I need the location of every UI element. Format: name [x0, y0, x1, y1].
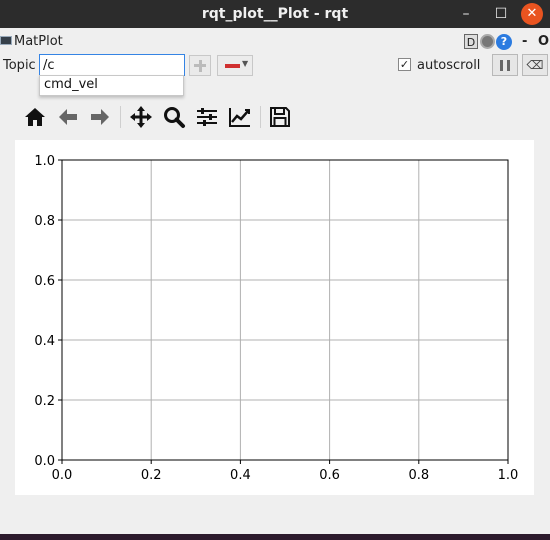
minimize-plugin-button[interactable]: - [522, 34, 527, 49]
x-tick-label: 0.4 [230, 468, 251, 483]
x-tick-label: 0.0 [52, 468, 73, 483]
save-icon[interactable] [267, 104, 293, 130]
y-tick-label: 1.0 [34, 154, 55, 169]
pause-icon [500, 60, 503, 71]
x-tick-label: 0.2 [141, 468, 162, 483]
zoom-icon[interactable] [161, 104, 187, 130]
edit-axis-icon[interactable] [227, 104, 253, 130]
close-plugin-button[interactable]: O [538, 34, 549, 49]
toolbar-divider [260, 106, 261, 128]
plot-canvas[interactable]: 0.0 0.2 0.4 0.6 0.8 1.0 0.0 0.2 0.4 0.6 0.8 1.0 [15, 140, 534, 495]
x-tick-label: 0.6 [319, 468, 340, 483]
y-tick-label: 0.4 [34, 334, 55, 349]
topic-input[interactable] [39, 54, 185, 76]
plot-plugin-icon [0, 36, 12, 45]
minus-icon [225, 64, 240, 68]
dock-button[interactable]: D [464, 34, 478, 49]
pan-icon[interactable] [128, 104, 154, 130]
plus-icon-bar [194, 64, 206, 67]
remove-topic-button[interactable]: ▼ [217, 55, 253, 76]
forward-arrow-icon[interactable] [87, 104, 113, 130]
y-tick-label: 0.6 [34, 274, 55, 289]
y-tick-label: 0.0 [34, 454, 55, 469]
maximize-button[interactable]: ☐ [487, 0, 515, 28]
axes-frame [61, 159, 509, 461]
plot-toolbar [22, 104, 322, 130]
plot-figure: 0.0 0.2 0.4 0.6 0.8 1.0 0.0 0.2 0.4 0.6 0.8 1.0 [34, 154, 519, 483]
x-tick-label: 0.8 [408, 468, 429, 483]
clear-button[interactable]: ⌫ [522, 54, 548, 76]
back-arrow-icon[interactable] [55, 104, 81, 130]
autoscroll-label: autoscroll [417, 58, 481, 73]
autoscroll-checkbox[interactable]: ✓ [398, 58, 411, 71]
reload-icon[interactable] [480, 34, 495, 49]
topic-label: Topic [3, 58, 36, 73]
toolbar-divider [120, 106, 121, 128]
add-topic-button[interactable] [189, 55, 211, 76]
home-icon[interactable] [22, 104, 48, 130]
x-tick-label: 1.0 [498, 468, 519, 483]
chevron-down-icon: ▼ [242, 59, 249, 68]
plugin-name: MatPlot [14, 34, 63, 49]
y-tick-label: 0.2 [34, 394, 55, 409]
close-button[interactable]: ✕ [521, 3, 543, 25]
autocomplete-dropdown: cmd_vel [39, 75, 184, 96]
pause-button[interactable] [492, 54, 518, 76]
subplots-config-icon[interactable] [194, 104, 220, 130]
help-button[interactable]: ? [496, 34, 512, 50]
y-tick-label: 0.8 [34, 214, 55, 229]
minimize-button[interactable]: – [452, 0, 480, 28]
window-titlebar: rqt_plot__Plot - rqt – ☐ ✕ [0, 0, 550, 28]
pause-icon-bar [507, 60, 510, 71]
autocomplete-item[interactable]: cmd_vel [44, 77, 98, 92]
desktop-strip [0, 534, 550, 540]
plugin-header: MatPlot D ? - O [0, 33, 550, 51]
